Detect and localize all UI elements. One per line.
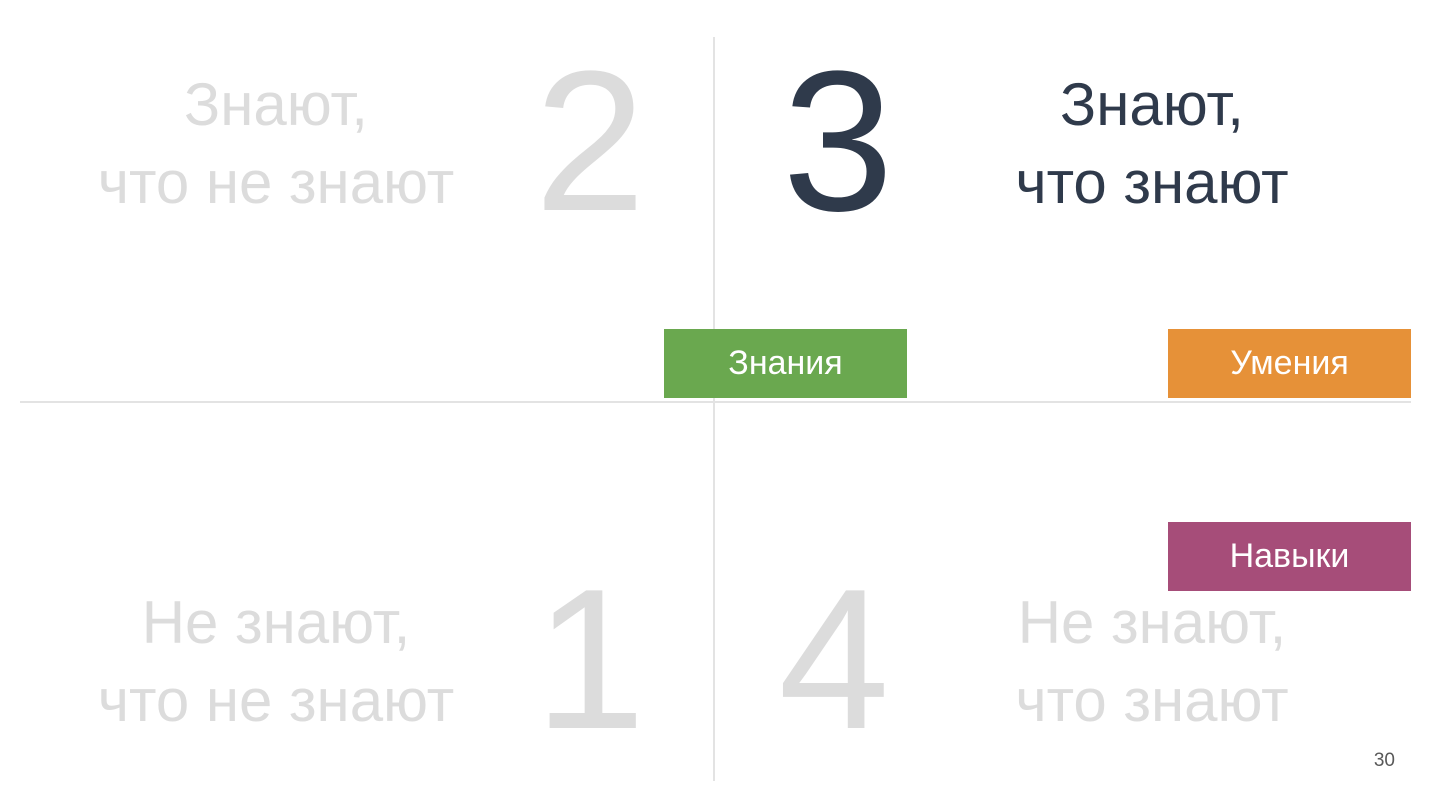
quadrant-2-line1: Знают,: [184, 71, 368, 138]
horizontal-axis-divider: [20, 401, 1411, 403]
quadrant-1-number: 1: [534, 548, 646, 771]
quadrant-1-line2: что не знают: [97, 667, 455, 734]
quadrant-4-line2: что знают: [1015, 667, 1289, 734]
quadrant-3-line2: что знают: [1015, 149, 1289, 216]
quadrant-4-number: 4: [778, 548, 890, 771]
knowledge-tag: Знания: [664, 329, 907, 398]
vertical-axis-divider: [713, 37, 715, 781]
quadrant-3-label: Знают, что знают: [942, 66, 1362, 222]
quadrant-4-line1: Не знают,: [1017, 589, 1287, 656]
habits-tag: Навыки: [1168, 522, 1411, 591]
quadrant-2-line2: что не знают: [97, 149, 455, 216]
quadrant-1-label: Не знают, что не знают: [66, 584, 486, 740]
quadrant-2-label: Знают, что не знают: [66, 66, 486, 222]
page-number: 30: [1373, 750, 1395, 771]
quadrant-1-line1: Не знают,: [141, 589, 411, 656]
quadrant-3-number: 3: [782, 30, 894, 253]
skills-tag: Умения: [1168, 329, 1411, 398]
quadrant-4-label: Не знают, что знают: [942, 584, 1362, 740]
slide: Знают, что не знают 2 3 Знают, что знают…: [0, 0, 1429, 804]
quadrant-3-line1: Знают,: [1060, 71, 1244, 138]
quadrant-2-number: 2: [534, 30, 646, 253]
